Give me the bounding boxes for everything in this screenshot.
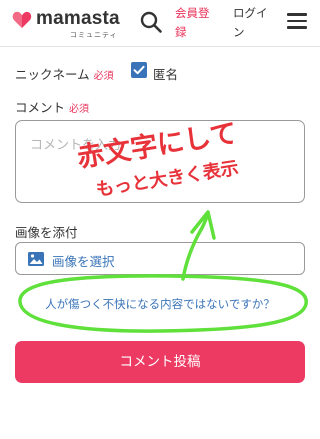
comment-label: コメント 必須 [15,100,90,115]
select-image-label: 画像を選択 [52,254,115,269]
hamburger-menu-icon[interactable] [287,13,307,29]
signup-link[interactable]: 会員登録 [175,4,219,42]
logo-wordmark: mamasta [36,8,120,29]
anonymous-label: 匿名 [153,67,179,82]
image-icon [28,252,44,266]
anonymous-checkbox[interactable] [131,62,147,78]
content-warning-text: 人が傷つく不快になる内容ではないですか？ [45,297,275,311]
logo-subtitle: コミュニティ [70,31,118,39]
select-image-button[interactable]: 画像を選択 [15,242,305,275]
mamasta-logo[interactable]: mamasta コミュニティ [12,8,124,39]
submit-comment-button[interactable]: コメント投稿 [15,341,305,383]
site-header: mamasta コミュニティ 会員登録 ログイン [0,0,320,46]
search-button[interactable] [139,10,163,34]
comment-form-page: mamasta コミュニティ 会員登録 ログイン ニックネーム 必須 匿名 コメン… [0,0,320,439]
search-icon [140,11,162,33]
checkmark-icon [133,65,145,75]
image-attach-label: 画像を添付 [15,225,78,240]
login-link[interactable]: ログイン [233,4,273,42]
green-arrow-head [190,210,216,240]
header-divider [0,46,320,47]
required-badge: 必須 [93,71,114,82]
heart-logo-icon [12,11,32,28]
nickname-label: ニックネーム 必須 [15,67,114,82]
required-badge: 必須 [69,104,90,115]
